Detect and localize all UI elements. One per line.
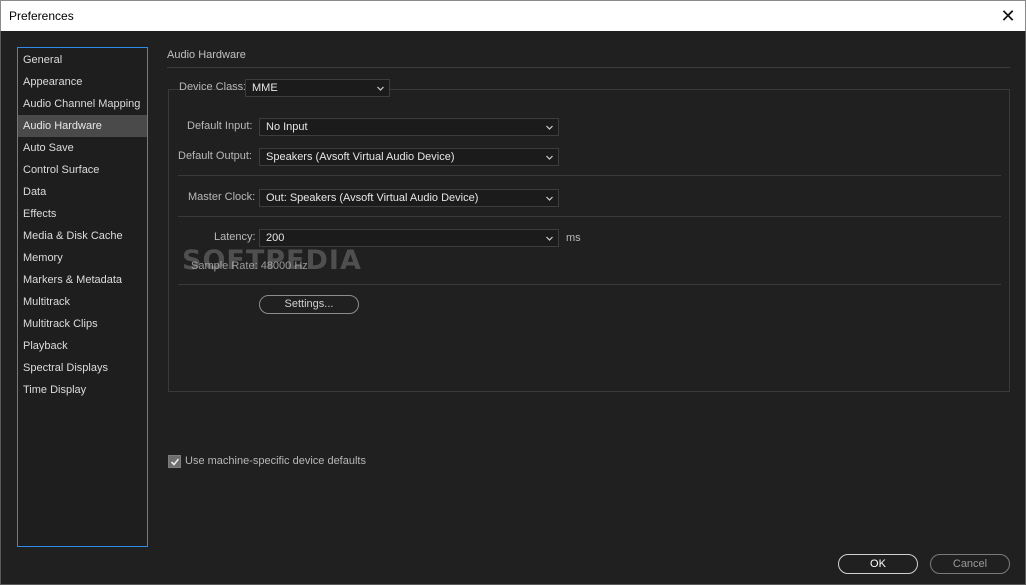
sidebar-item-audio-channel-mapping[interactable]: Audio Channel Mapping <box>18 93 147 115</box>
watermark: SOFTPEDIA <box>182 245 362 276</box>
sidebar-list: General Appearance Audio Channel Mapping Au… <box>18 49 147 401</box>
ok-button[interactable]: OK <box>838 554 918 574</box>
sidebar-item-appearance[interactable]: Appearance <box>18 71 147 93</box>
sidebar-item-multitrack[interactable]: Multitrack <box>18 291 147 313</box>
default-input-dropdown[interactable]: No Input <box>259 118 559 136</box>
section-divider <box>167 67 1010 68</box>
master-clock-value: Out: Speakers (Avsoft Virtual Audio Devi… <box>266 192 479 204</box>
section-title: Audio Hardware <box>167 49 246 61</box>
sidebar-item-multitrack-clips[interactable]: Multitrack Clips <box>18 313 147 335</box>
latency-unit: ms <box>566 232 581 244</box>
default-input-value: No Input <box>266 121 308 133</box>
sidebar-item-control-surface[interactable]: Control Surface <box>18 159 147 181</box>
sidebar-item-playback[interactable]: Playback <box>18 335 147 357</box>
sidebar-item-spectral-displays[interactable]: Spectral Displays <box>18 357 147 379</box>
cancel-button[interactable]: Cancel <box>930 554 1010 574</box>
title-bar: Preferences ✕ <box>0 0 1026 31</box>
settings-button[interactable]: Settings... <box>259 295 359 314</box>
latency-value: 200 <box>266 232 285 244</box>
chevron-down-icon <box>377 86 384 91</box>
chevron-down-icon <box>546 236 553 241</box>
sidebar-item-auto-save[interactable]: Auto Save <box>18 137 147 159</box>
machine-defaults-checkbox[interactable] <box>168 455 181 468</box>
sidebar-item-memory[interactable]: Memory <box>18 247 147 269</box>
default-output-dropdown[interactable]: Speakers (Avsoft Virtual Audio Device) <box>259 148 559 166</box>
sidebar-item-media-disk-cache[interactable]: Media & Disk Cache <box>18 225 147 247</box>
master-clock-label: Master Clock: <box>188 191 256 203</box>
checkmark-icon <box>170 458 180 466</box>
close-icon[interactable]: ✕ <box>999 6 1017 26</box>
device-class-dropdown[interactable]: MME <box>245 79 390 97</box>
latency-label: Latency: <box>214 231 256 243</box>
window-title: Preferences <box>9 9 74 23</box>
sidebar-item-general[interactable]: General <box>18 49 147 71</box>
chevron-down-icon <box>546 196 553 201</box>
device-class-value: MME <box>252 82 278 94</box>
default-input-label: Default Input: <box>187 120 253 132</box>
device-class-label: Device Class: <box>179 81 247 93</box>
machine-defaults-label: Use machine-specific device defaults <box>185 455 366 467</box>
default-output-value: Speakers (Avsoft Virtual Audio Device) <box>266 151 455 163</box>
divider <box>178 284 1001 285</box>
preferences-body: General Appearance Audio Channel Mapping Au… <box>0 31 1026 585</box>
sidebar-item-time-display[interactable]: Time Display <box>18 379 147 401</box>
preferences-sidebar: General Appearance Audio Channel Mapping Au… <box>17 47 148 547</box>
sidebar-item-audio-hardware[interactable]: Audio Hardware <box>18 115 147 137</box>
default-output-label: Default Output: <box>178 150 252 162</box>
chevron-down-icon <box>546 125 553 130</box>
divider <box>178 216 1001 217</box>
sidebar-item-data[interactable]: Data <box>18 181 147 203</box>
divider <box>178 175 1001 176</box>
master-clock-dropdown[interactable]: Out: Speakers (Avsoft Virtual Audio Devi… <box>259 189 559 207</box>
sidebar-item-effects[interactable]: Effects <box>18 203 147 225</box>
chevron-down-icon <box>546 155 553 160</box>
sidebar-item-markers-metadata[interactable]: Markers & Metadata <box>18 269 147 291</box>
